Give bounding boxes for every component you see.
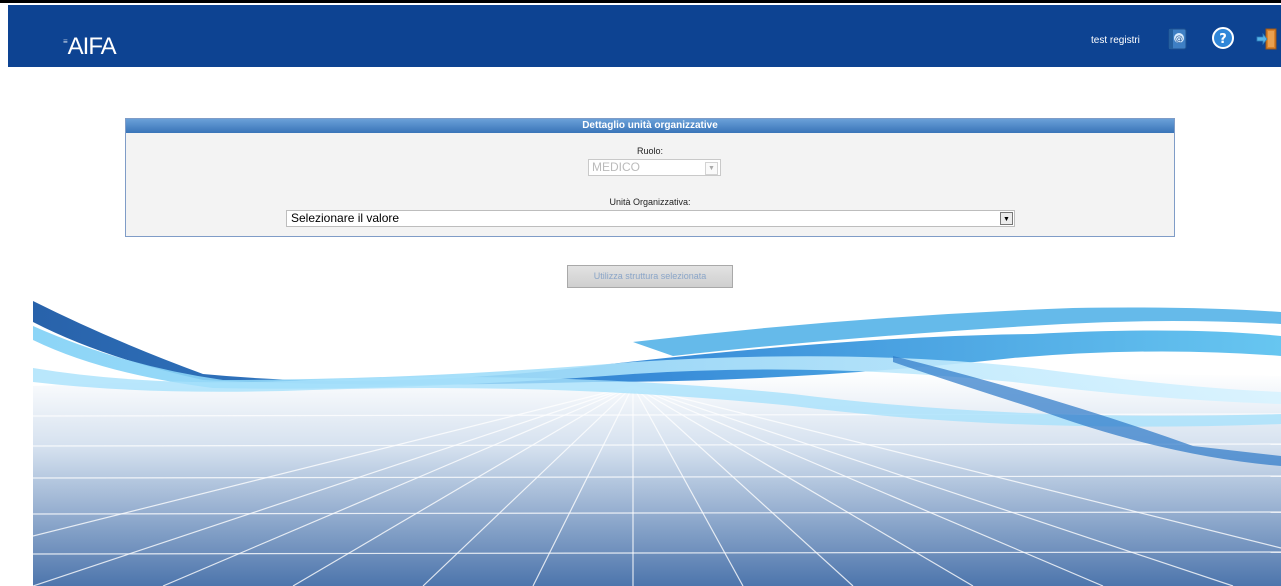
ruolo-select[interactable]: MEDICO ▼ (588, 159, 721, 176)
unita-value: Selezionare il valore (291, 211, 400, 225)
unita-organizzativa-select[interactable]: Selezionare il valore ▼ (286, 210, 1015, 227)
help-icon[interactable]: ? (1212, 27, 1234, 54)
ruolo-label: Ruolo: (636, 146, 663, 156)
username-label: test registri (1091, 35, 1140, 46)
unita-label: Unità Organizzativa: (609, 197, 691, 207)
aifa-logo: ≡AIFA (63, 33, 117, 60)
logo-text: AIFA (67, 33, 117, 60)
organizational-unit-panel: Dettaglio unità organizzative Ruolo: MED… (125, 118, 1175, 237)
use-selected-structure-button[interactable]: Utilizza struttura selezionata (567, 265, 733, 288)
logout-icon[interactable] (1256, 27, 1278, 56)
ruolo-value: MEDICO (592, 160, 640, 174)
address-book-icon[interactable]: @ (1165, 27, 1189, 56)
svg-text:?: ? (1219, 32, 1227, 47)
chevron-down-icon[interactable]: ▼ (1000, 212, 1013, 225)
svg-text:@: @ (1175, 34, 1183, 43)
panel-title: Dettaglio unità organizzative (126, 119, 1174, 133)
app-header: ≡AIFA test registri @ ? (8, 5, 1281, 67)
top-border-line (0, 0, 1281, 3)
chevron-down-icon: ▼ (705, 162, 718, 175)
decorative-background (33, 301, 1281, 586)
